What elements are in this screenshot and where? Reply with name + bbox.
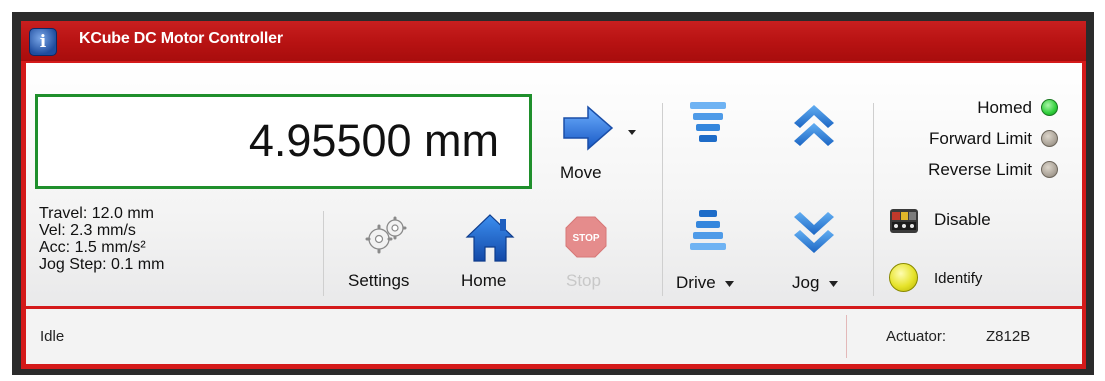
- drive-forward-icon[interactable]: [690, 101, 726, 149]
- info-app-icon[interactable]: i: [29, 28, 57, 56]
- homed-label: Homed: [977, 98, 1032, 117]
- window-title: KCube DC Motor Controller: [79, 30, 283, 47]
- stop-sign-icon: STOP: [565, 216, 607, 258]
- disable-label: Disable: [934, 210, 991, 229]
- gears-icon: [365, 216, 407, 254]
- forward-limit-led: [1041, 130, 1058, 147]
- stop-label: Stop: [566, 271, 601, 290]
- jog-dropdown-button[interactable]: Jog: [792, 273, 839, 293]
- settings-label: Settings: [348, 271, 410, 290]
- position-value: 4.95500 mm: [248, 115, 499, 166]
- title-bar[interactable]: i KCube DC Motor Controller: [21, 21, 1086, 61]
- identify-button[interactable]: Identify: [888, 261, 1038, 297]
- travel-info: Travel: 12.0 mm: [39, 205, 154, 222]
- drive-dropdown-button[interactable]: Drive: [676, 273, 735, 293]
- reverse-limit-led: [1041, 161, 1058, 178]
- jog-dropdown-arrow-icon: [829, 280, 839, 287]
- move-button[interactable]: Move: [554, 99, 649, 191]
- settings-button[interactable]: Settings: [344, 211, 428, 301]
- acceleration-info: Acc: 1.5 mm/s²: [39, 239, 146, 256]
- move-arrow-icon: [563, 105, 614, 151]
- actuator-label: Actuator:: [886, 328, 947, 345]
- jog-reverse-icon[interactable]: [792, 209, 836, 255]
- position-display: 4.95500 mm: [35, 94, 532, 189]
- home-button[interactable]: Home: [457, 211, 527, 301]
- separator: [873, 103, 874, 296]
- move-label: Move: [560, 163, 602, 182]
- status-bar: Idle Actuator: Z812B: [26, 309, 1082, 364]
- drive-dropdown-arrow-icon: [725, 280, 735, 287]
- jog-label: Jog: [792, 273, 820, 292]
- identify-label: Identify: [934, 270, 983, 287]
- jog-forward-icon[interactable]: [792, 103, 836, 149]
- app-window: i KCube DC Motor Controller 4.95500 mm T…: [21, 21, 1086, 369]
- stop-sign-text: STOP: [572, 233, 599, 244]
- homed-led: [1041, 99, 1058, 116]
- drive-reverse-icon[interactable]: [690, 209, 726, 257]
- motor-drive-icon: [890, 209, 918, 233]
- separator: [662, 103, 663, 296]
- reverse-limit-label: Reverse Limit: [928, 160, 1032, 179]
- forward-limit-label: Forward Limit: [929, 129, 1032, 148]
- velocity-info: Vel: 2.3 mm/s: [39, 222, 136, 239]
- jog-step-info: Jog Step: 0.1 mm: [39, 256, 165, 273]
- stop-button[interactable]: STOP Stop: [554, 211, 624, 301]
- actuator-value: Z812B: [986, 328, 1031, 345]
- status-separator: [846, 315, 847, 358]
- home-label: Home: [461, 271, 507, 290]
- status-text: Idle: [40, 328, 65, 345]
- control-panel: 4.95500 mm Travel: 12.0 mm Vel: 2.3 mm/s…: [26, 63, 1082, 306]
- disable-button[interactable]: Disable: [888, 205, 1038, 237]
- home-icon: [465, 214, 515, 262]
- identify-led-icon: [889, 263, 918, 292]
- move-dropdown-arrow-icon[interactable]: [628, 130, 636, 135]
- drive-label: Drive: [676, 273, 716, 292]
- separator: [323, 211, 324, 296]
